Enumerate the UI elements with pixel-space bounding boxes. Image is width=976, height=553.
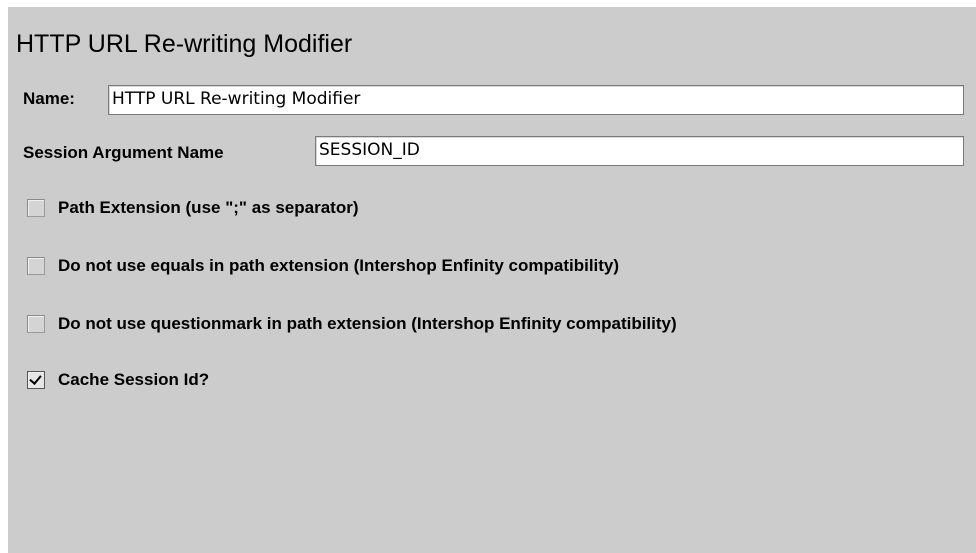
no-questionmark-checkbox[interactable] (27, 315, 45, 333)
cache-session-id-checkbox[interactable] (27, 371, 45, 389)
no-equals-label: Do not use equals in path extension (Int… (58, 256, 620, 275)
cache-session-id-label: Cache Session Id? (58, 370, 210, 389)
path-extension-option[interactable]: Path Extension (use ";" as separator) (27, 196, 358, 220)
no-questionmark-option[interactable]: Do not use questionmark in path extensio… (27, 312, 677, 336)
panel-title: HTTP URL Re-writing Modifier (16, 30, 353, 58)
no-equals-option[interactable]: Do not use equals in path extension (Int… (27, 254, 619, 278)
session-argument-name-input[interactable]: SESSION_ID (315, 136, 964, 166)
cache-session-id-option[interactable]: Cache Session Id? (27, 368, 209, 392)
name-input[interactable]: HTTP URL Re-writing Modifier (108, 85, 964, 115)
name-label: Name: (23, 89, 75, 108)
session-argument-name-label: Session Argument Name (23, 143, 224, 162)
path-extension-label: Path Extension (use ";" as separator) (58, 198, 359, 217)
no-equals-checkbox[interactable] (27, 257, 45, 275)
path-extension-checkbox[interactable] (27, 199, 45, 217)
no-questionmark-label: Do not use questionmark in path extensio… (58, 314, 677, 333)
